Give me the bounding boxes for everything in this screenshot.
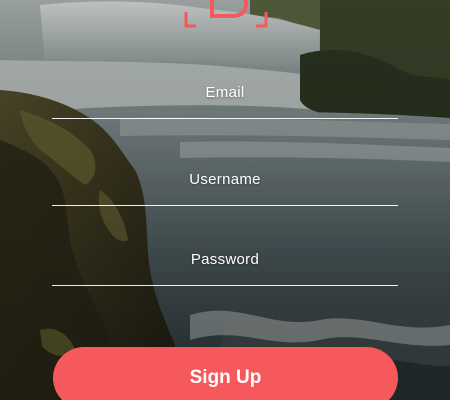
password-field[interactable]: Password [52, 251, 398, 295]
signup-screen: Email Username Password Sign Up [0, 0, 450, 400]
email-field[interactable]: Email [52, 84, 398, 128]
brand-logo [184, 0, 268, 28]
password-label: Password [190, 251, 260, 268]
username-underline [52, 205, 398, 206]
sign-up-button[interactable]: Sign Up [53, 347, 398, 400]
username-field[interactable]: Username [52, 171, 398, 215]
email-label: Email [205, 84, 245, 101]
password-underline [52, 285, 398, 286]
email-underline [52, 118, 398, 119]
username-label: Username [189, 171, 261, 188]
